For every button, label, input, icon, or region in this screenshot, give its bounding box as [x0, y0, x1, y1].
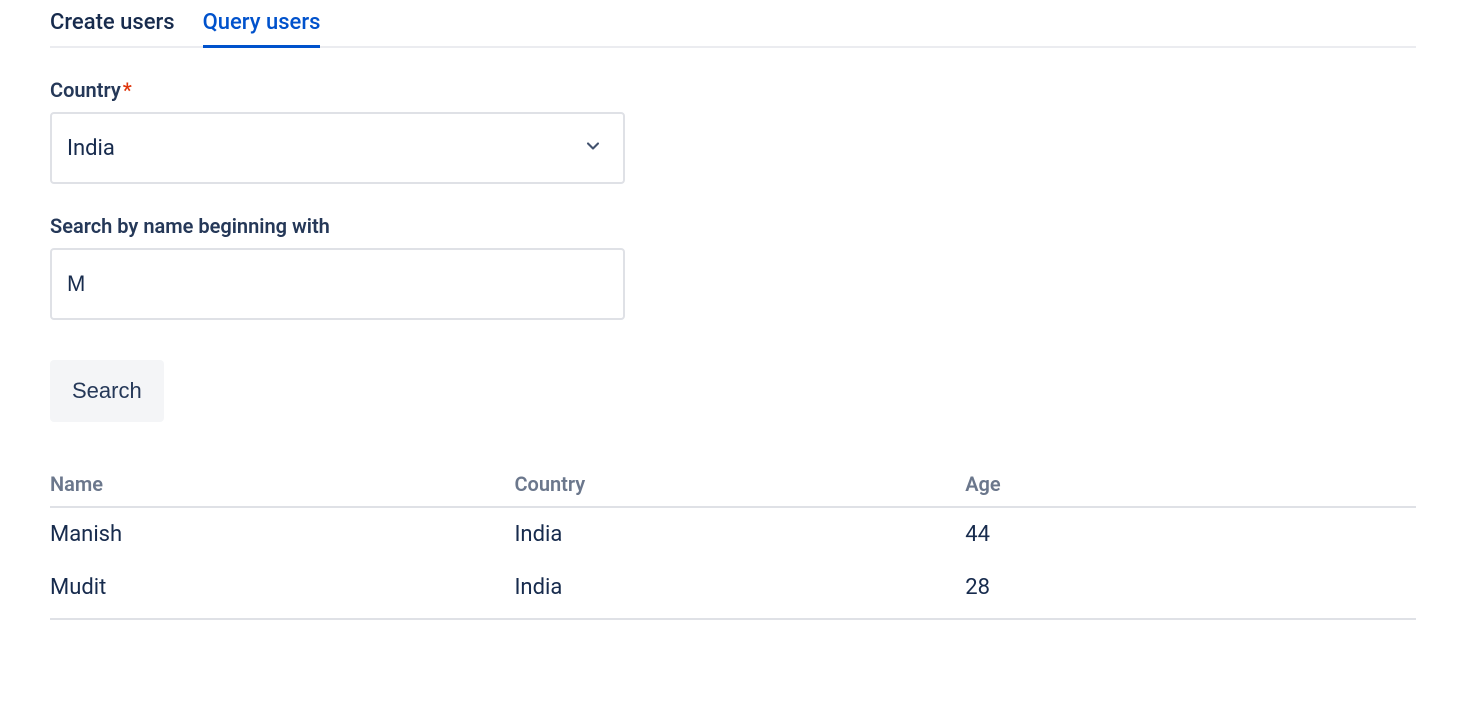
table-header-country: Country	[514, 462, 965, 507]
country-select-value: India	[67, 136, 115, 161]
search-button[interactable]: Search	[50, 360, 164, 422]
country-label: Country*	[50, 78, 1416, 102]
cell-age: 28	[965, 561, 1416, 619]
search-field-group: Search by name beginning with	[50, 214, 1416, 320]
tab-create-users[interactable]: Create users	[50, 0, 175, 48]
cell-name: Mudit	[50, 561, 514, 619]
cell-name: Manish	[50, 507, 514, 561]
country-select[interactable]: India	[50, 112, 625, 184]
tab-query-users[interactable]: Query users	[203, 0, 321, 48]
cell-age: 44	[965, 507, 1416, 561]
country-select-wrapper: India	[50, 112, 625, 184]
table-row: Mudit India 28	[50, 561, 1416, 619]
required-asterisk: *	[123, 78, 132, 102]
search-label: Search by name beginning with	[50, 214, 1416, 238]
country-label-text: Country	[50, 78, 121, 102]
cell-country: India	[514, 561, 965, 619]
table-header-row: Name Country Age	[50, 462, 1416, 507]
cell-country: India	[514, 507, 965, 561]
query-form: Country* India Search by name beginning …	[50, 78, 1416, 422]
search-input[interactable]	[50, 248, 625, 320]
country-field-group: Country* India	[50, 78, 1416, 184]
tabs-bar: Create users Query users	[50, 0, 1416, 48]
results-table: Name Country Age Manish India 44 Mudit I…	[50, 462, 1416, 620]
table-row: Manish India 44	[50, 507, 1416, 561]
table-header-age: Age	[965, 462, 1416, 507]
table-header-name: Name	[50, 462, 514, 507]
